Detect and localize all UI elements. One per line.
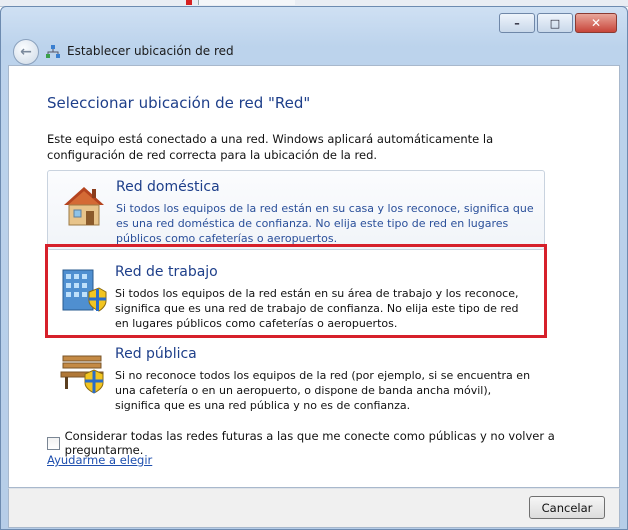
dialog-content: Seleccionar ubicación de red "Red" Este … — [8, 65, 620, 488]
option-public-description: Si no reconoce todos los equipos de la r… — [115, 369, 531, 412]
background-red-mark — [186, 0, 192, 5]
option-home-network[interactable]: Red doméstica Si todos los equipos de la… — [47, 170, 545, 250]
option-public-title: Red pública — [115, 346, 197, 362]
maximize-button[interactable]: □ — [537, 13, 573, 33]
dialog-window: – □ ✕ ← Establecer ubicación de red Sele… — [0, 6, 628, 530]
park-bench-icon — [60, 355, 104, 394]
back-arrow-icon: ← — [20, 44, 32, 60]
dialog-footer: Cancelar — [8, 488, 620, 528]
future-networks-public-checkbox[interactable] — [47, 436, 60, 450]
maximize-icon: □ — [549, 16, 561, 30]
selection-highlight — [45, 244, 547, 338]
page-title: Seleccionar ubicación de red "Red" — [47, 94, 311, 112]
cancel-button[interactable]: Cancelar — [529, 496, 605, 519]
minimize-button[interactable]: – — [499, 13, 535, 33]
option-home-title: Red doméstica — [116, 179, 220, 195]
background-tab — [198, 0, 295, 5]
option-home-description: Si todos los equipos de la red están en … — [116, 202, 534, 245]
network-icon — [46, 45, 60, 58]
minimize-icon: – — [514, 16, 520, 30]
help-me-choose-link[interactable]: Ayudarme a elegir — [47, 453, 152, 467]
window-controls: – □ ✕ — [499, 13, 617, 33]
back-button[interactable]: ← — [13, 39, 39, 65]
close-icon: ✕ — [590, 16, 602, 30]
option-public-network[interactable]: Red pública Si no reconoce todos los equ… — [47, 338, 543, 416]
window-title: Establecer ubicación de red — [67, 44, 234, 58]
close-button[interactable]: ✕ — [575, 13, 617, 33]
house-icon — [64, 187, 104, 226]
intro-text: Este equipo está conectado a una red. Wi… — [47, 132, 494, 162]
